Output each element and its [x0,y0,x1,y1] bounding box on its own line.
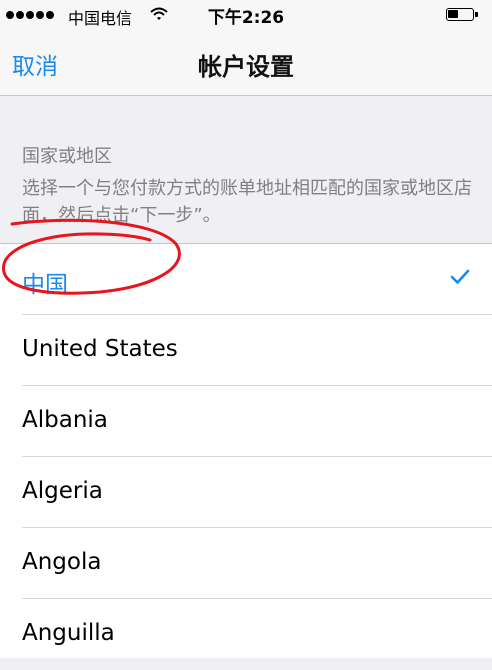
country-list: 中国 United States Albania Algeria Angola … [0,243,492,658]
country-row-united-states[interactable]: United States [0,315,492,386]
country-label: Angola [22,549,102,575]
country-label: United States [22,336,178,362]
section-description: 选择一个与您付款方式的账单地址相匹配的国家或地区店面，然后点击“下一步”。 [22,178,472,226]
country-label: Algeria [22,478,103,504]
status-time: 下午2:26 [207,8,285,28]
page-title: 帐户设置 [198,53,294,81]
country-row-algeria[interactable]: Algeria [0,457,492,528]
country-row-anguilla[interactable]: Anguilla [0,599,492,670]
country-row-angola[interactable]: Angola [0,528,492,599]
country-label: Albania [22,407,108,433]
checkmark-icon [450,269,470,289]
country-label: Anguilla [22,620,115,646]
section-header: 国家或地区 选择一个与您付款方式的账单地址相匹配的国家或地区店面，然后点击“下一… [22,145,482,229]
status-bar: 中国电信 下午2:26 [0,0,492,30]
nav-bar: 取消 帐户设置 [0,30,492,96]
country-row-china[interactable]: 中国 [0,244,492,315]
country-label: 中国 [22,272,68,298]
battery-icon [446,8,478,21]
country-row-albania[interactable]: Albania [0,386,492,457]
section-title: 国家或地区 [22,146,112,167]
